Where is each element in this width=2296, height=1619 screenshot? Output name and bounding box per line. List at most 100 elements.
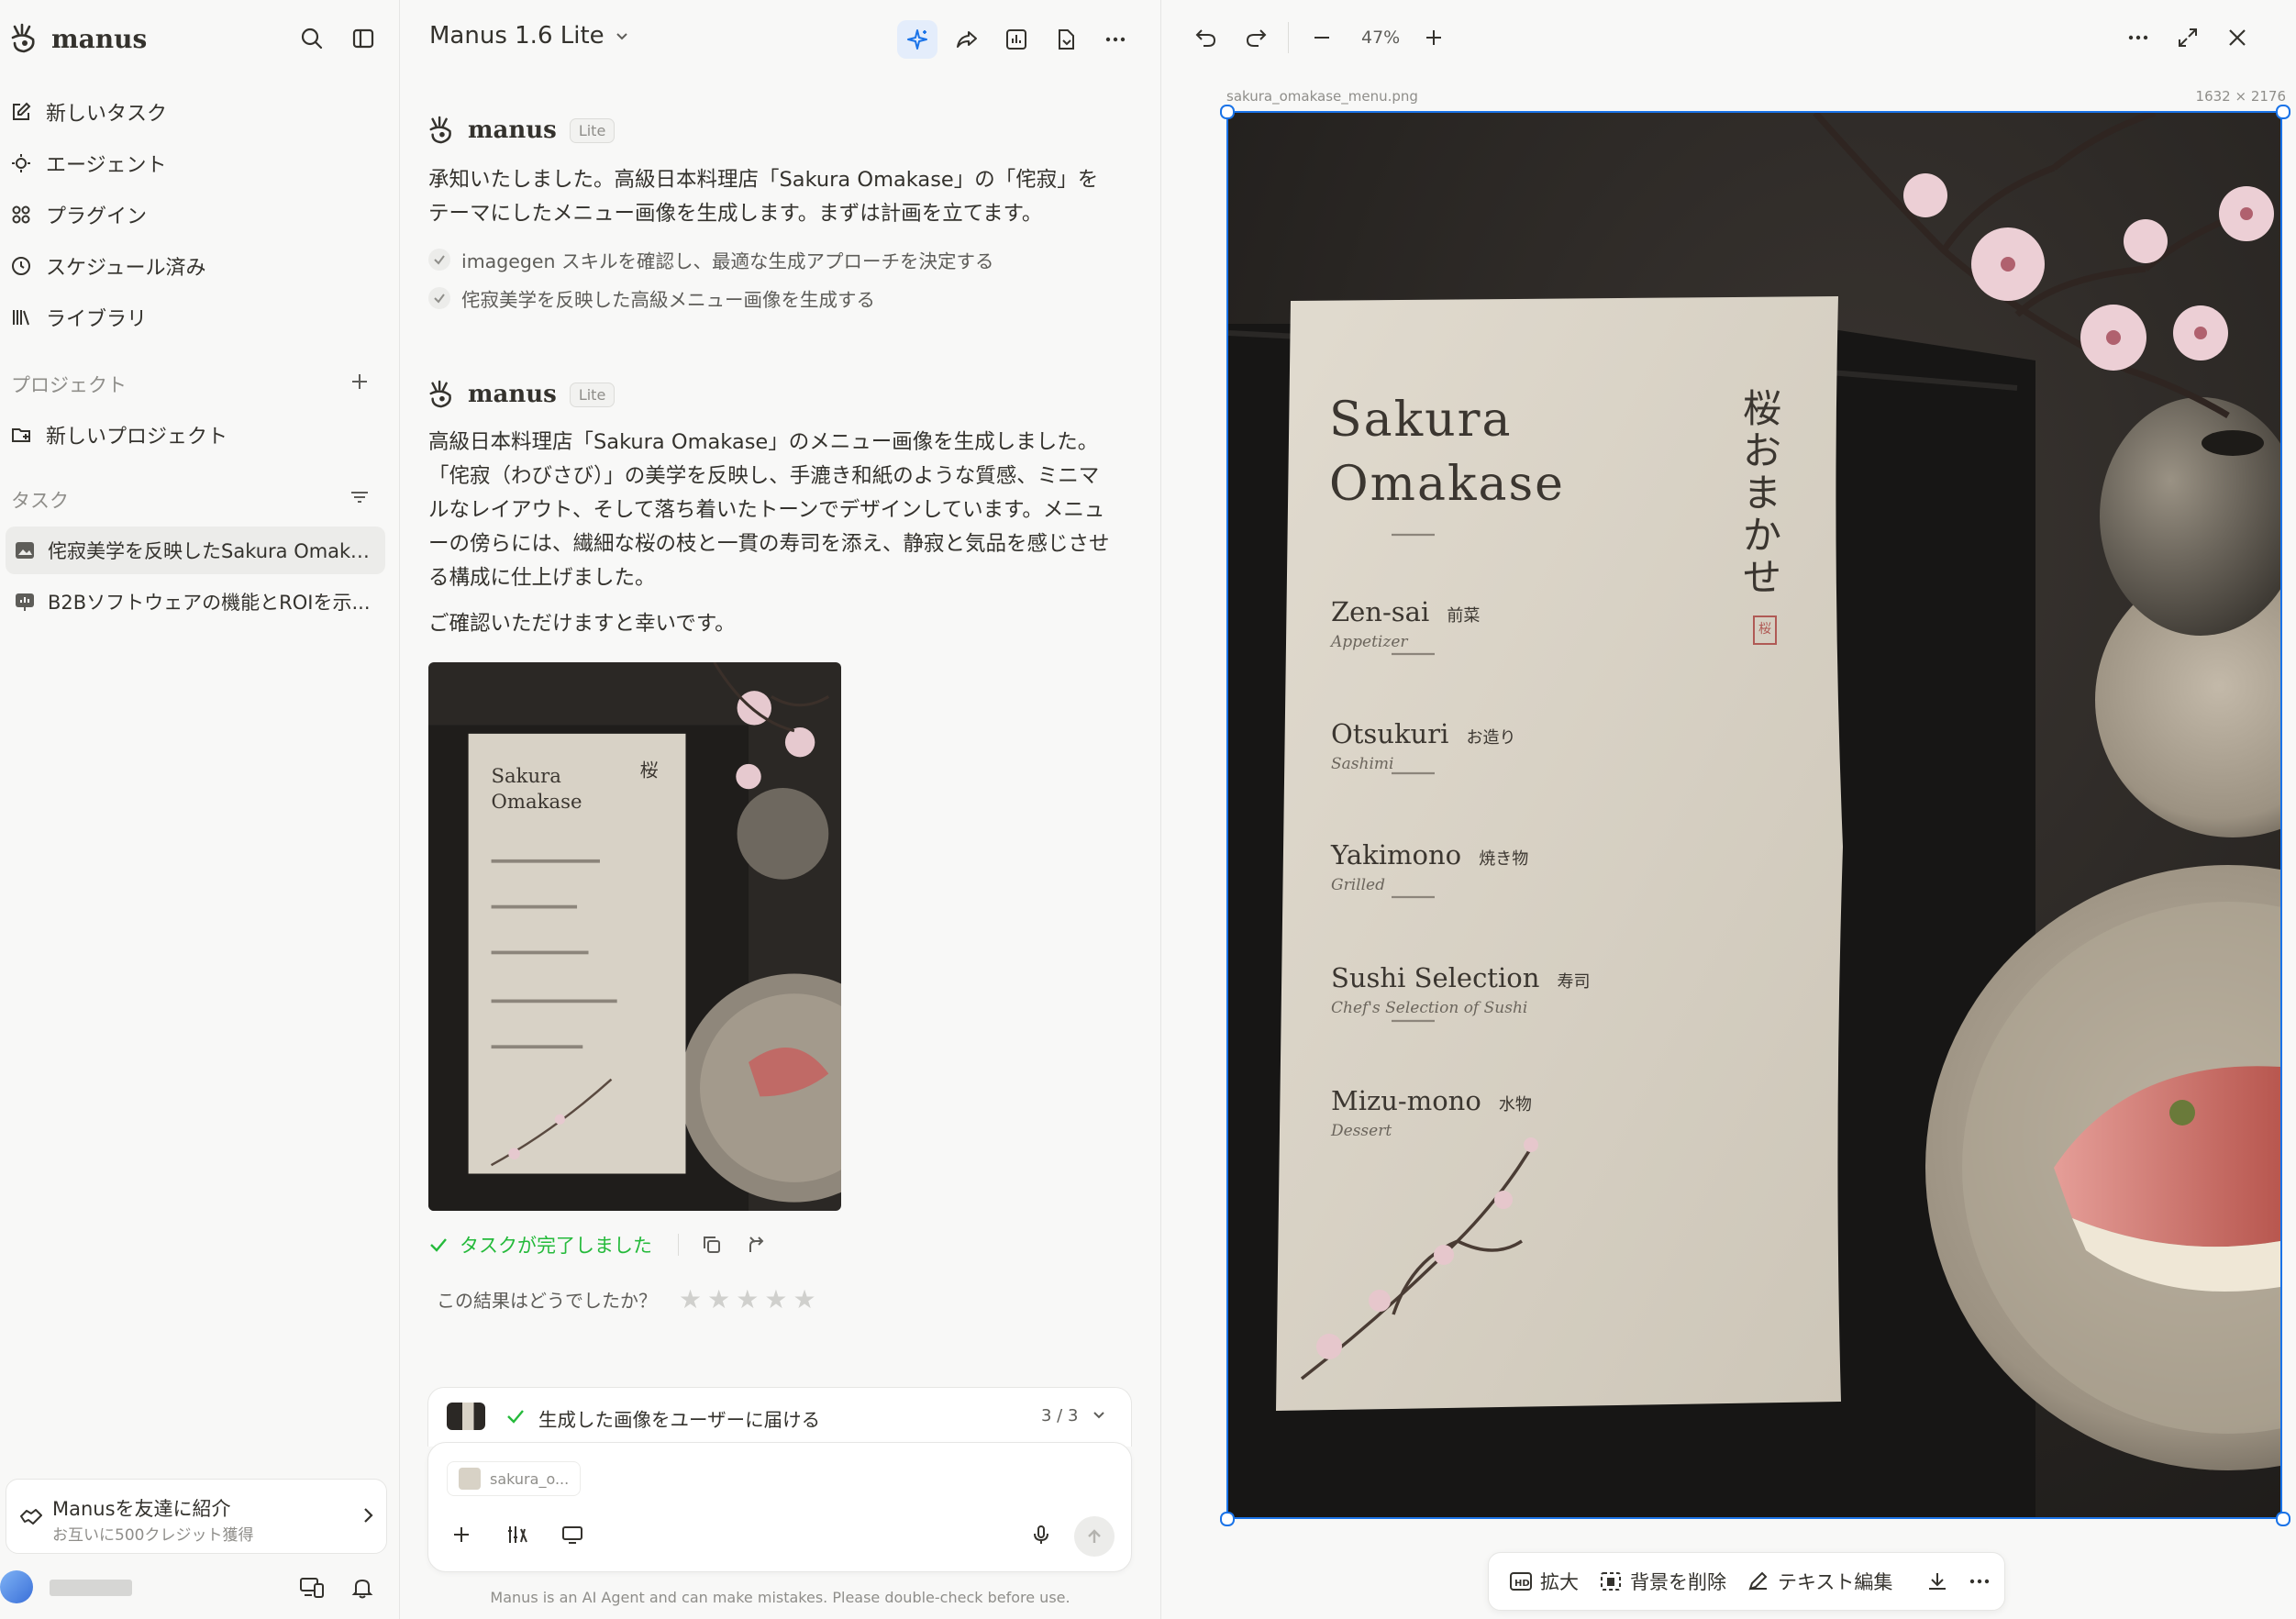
more-icon[interactable] [2126,26,2150,50]
menu-title-line2: Omakase [1329,457,1565,512]
menu-item: Zen-sai 前菜 Appetizer [1331,596,1480,651]
sidebar-item-plugins[interactable]: プラグイン [9,193,385,237]
chart-icon[interactable] [996,20,1037,59]
remove-background-button[interactable]: 背景を削除 [1599,1568,1726,1595]
star-icon[interactable]: ★ [707,1284,730,1314]
rating-prompt: この結果はどうでしたか？ [437,1290,657,1312]
zoom-out-icon[interactable] [1310,26,1334,50]
chevron-right-icon [359,1505,377,1525]
resize-handle[interactable] [1220,105,1235,119]
sidebar-item-label: 新しいプロジェクト [46,426,228,449]
disclaimer: Manus is an AI Agent and can make mistak… [490,1589,1070,1606]
generated-image-thumbnail[interactable]: Sakura Omakase 桜 [428,662,841,1211]
menu-item: Yakimono 焼き物 Grilled [1331,839,1528,894]
branch-icon[interactable] [745,1234,767,1256]
resize-handle[interactable] [2276,105,2290,119]
chevron-down-icon [1091,1406,1107,1423]
copy-icon[interactable] [701,1234,723,1256]
more-icon[interactable] [1968,1570,1999,1592]
devices-icon[interactable] [299,1576,325,1600]
avatar[interactable] [0,1570,33,1603]
menu-image-art [1228,113,2280,1517]
svg-text:HD: HD [1514,1579,1530,1589]
menu-item-jp: 水物 [1498,1095,1532,1114]
resize-handle[interactable] [1220,1512,1235,1526]
task-item-sakura[interactable]: 侘寂美学を反映したSakura Omakas... [6,527,385,574]
sidebar-item-new-task[interactable]: 新しいタスク [9,90,385,134]
search-icon[interactable] [295,22,328,55]
sidebar-toggle-icon[interactable] [347,22,380,55]
send-button[interactable] [1074,1516,1115,1557]
menu-vertical-title: 桜おまかせ [1742,386,1781,600]
edit-text-button[interactable]: テキスト編集 [1747,1568,1892,1595]
bell-icon[interactable] [350,1576,374,1600]
rating-stars: ★ ★ ★ ★ ★ [673,1284,816,1314]
star-icon[interactable]: ★ [793,1284,815,1314]
generated-menu-image[interactable]: Sakura Omakase 桜おまかせ 桜 Zen-sai 前菜 Appeti… [1226,111,2282,1519]
menu-item-jp: 焼き物 [1479,849,1529,869]
download-icon[interactable] [1925,1570,1957,1592]
redo-icon[interactable] [1244,26,1268,50]
zoom-in-icon[interactable] [1422,26,1446,50]
sidebar-item-library[interactable]: ライブラリ [9,295,385,339]
tools-icon[interactable] [505,1524,529,1546]
more-icon[interactable] [1095,20,1136,59]
logo[interactable]: manus [9,18,147,59]
message-header: manus Lite [427,116,616,145]
monitor-icon[interactable] [560,1524,584,1546]
library-icon [9,305,33,329]
projects-section-label: プロジェクト [11,374,127,396]
plan-progress-card[interactable]: 生成した画像をユーザーに届ける 3 / 3 [427,1387,1132,1447]
referral-card[interactable]: Manusを友達に紹介 お互いに500クレジット獲得 [6,1479,387,1554]
manus-avatar-icon [427,380,455,409]
menu-item-name: Yakimono [1331,839,1462,870]
check-icon [505,1406,526,1426]
plugin-icon [9,203,33,227]
clock-icon [9,254,33,278]
logo-text: manus [51,23,148,54]
plus-icon[interactable] [450,1524,472,1546]
sparkle-icon[interactable] [897,20,937,59]
star-icon[interactable]: ★ [764,1284,787,1314]
filter-icon[interactable] [349,486,371,508]
sidebar-item-agent[interactable]: エージェント [9,141,385,185]
sidebar-item-new-project[interactable]: 新しいプロジェクト [9,413,385,457]
task-item-b2b[interactable]: B2Bソフトウェアの機能とROIを示... [6,578,385,626]
menu-item-jp: 前菜 [1447,606,1481,626]
chevron-down-icon [614,28,630,44]
task-complete-label: タスクが完了しました [460,1235,652,1257]
sidebar-item-scheduled[interactable]: スケジュール済み [9,244,385,288]
add-project-icon[interactable] [349,371,371,393]
edit-text-label: テキスト編集 [1778,1571,1893,1593]
sender-name: manus [468,381,557,408]
pencil-icon [1748,1571,1768,1591]
file-icon[interactable] [1046,20,1086,59]
undo-icon[interactable] [1194,26,1218,50]
menu-item-sub: Grilled [1331,876,1385,894]
lite-badge: Lite [569,117,616,143]
resize-handle[interactable] [2276,1512,2290,1526]
model-selector[interactable]: Manus 1.6 Lite [429,22,630,50]
user-name-redacted [50,1580,132,1596]
star-icon[interactable]: ★ [736,1284,759,1314]
upscale-button[interactable]: HD 拡大 [1509,1568,1579,1595]
expand-icon[interactable] [2176,26,2200,50]
image-dimensions: 1632 × 2176 [2195,88,2286,105]
attachment-chip[interactable]: sakura_o... [447,1461,582,1496]
message-text-2: ご確認いただけますと幸いです。 [428,612,736,636]
plan-progress-count: 3 / 3 [1041,1406,1079,1425]
menu-item-jp: お造り [1466,728,1516,748]
share-icon[interactable] [947,20,987,59]
plan-step: 侘寂美学を反映した高級メニュー画像を生成する [428,284,875,312]
zoom-level[interactable]: 47% [1361,28,1400,48]
remove-bg-icon [1601,1572,1621,1591]
hd-icon: HD [1510,1572,1532,1591]
microphone-icon[interactable] [1030,1524,1052,1546]
star-icon[interactable]: ★ [679,1284,702,1314]
tasks-section-label: タスク [11,490,69,512]
menu-item-name: Zen-sai [1331,596,1430,627]
chat-input[interactable]: sakura_o... [427,1442,1132,1572]
check-icon [428,1235,449,1255]
menu-item-sub: Appetizer [1331,633,1408,651]
close-icon[interactable] [2225,26,2249,50]
